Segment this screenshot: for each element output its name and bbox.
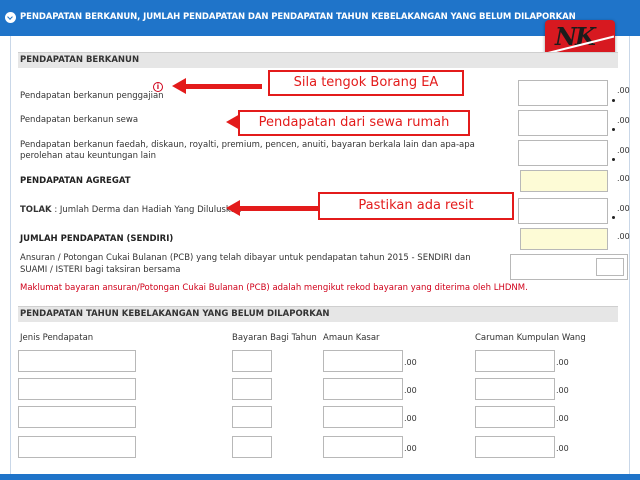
decimal-point <box>612 216 615 219</box>
income-type-input[interactable] <box>18 378 136 400</box>
gross-amount-input[interactable] <box>323 436 403 458</box>
gross-amount-input[interactable] <box>323 350 403 372</box>
decimal-suffix: .00 <box>404 414 417 423</box>
column-header-income-type: Jenis Pendapatan <box>20 333 94 343</box>
decimal-suffix: .00 <box>617 146 630 155</box>
arrow-shaft <box>184 84 262 89</box>
epf-contribution-input[interactable] <box>475 406 555 428</box>
gross-amount-input[interactable] <box>323 378 403 400</box>
callout-rental-income: Pendapatan dari sewa rumah <box>238 110 470 136</box>
callout-receipt: Pastikan ada resit <box>318 192 514 220</box>
label-deduct-text: : Jumlah Derma dan Hadiah Yang Diluluska… <box>54 205 242 215</box>
label-rental-income: Pendapatan berkanun sewa <box>20 115 139 125</box>
decimal-point <box>612 158 615 161</box>
income-type-input[interactable] <box>18 436 136 458</box>
gross-amount-input[interactable] <box>323 406 403 428</box>
approved-donations-input[interactable] <box>518 198 608 224</box>
year-input[interactable] <box>232 378 272 400</box>
decimal-suffix: .00 <box>404 386 417 395</box>
decimal-suffix: .00 <box>617 204 630 213</box>
decimal-suffix: .00 <box>556 414 569 423</box>
label-employment-income: Pendapatan berkanun penggajian <box>20 91 164 101</box>
epf-contribution-input[interactable] <box>475 378 555 400</box>
income-type-input[interactable] <box>18 350 136 372</box>
pcb-notice: Maklumat bayaran ansuran/Potongan Cukai … <box>20 283 528 293</box>
column-header-gross-amount: Amaun Kasar <box>323 333 380 343</box>
year-input[interactable] <box>232 406 272 428</box>
other-income-input[interactable] <box>518 140 608 166</box>
label-total-income: JUMLAH PENDAPATAN (SENDIRI) <box>20 234 174 244</box>
decimal-point <box>612 128 615 131</box>
section-title-prior-year-income: PENDAPATAN TAHUN KEBELAKANGAN YANG BELUM… <box>18 306 618 322</box>
decimal-suffix: .00 <box>617 232 630 241</box>
label-pcb-line1: Ansuran / Potongan Cukai Bulanan (PCB) y… <box>20 253 471 263</box>
total-income-field <box>520 228 608 250</box>
decimal-suffix: .00 <box>556 444 569 453</box>
column-header-epf-contribution: Caruman Kumpulan Wang <box>475 333 586 343</box>
callout-borang-ea: Sila tengok Borang EA <box>268 70 464 96</box>
section-header-title: PENDAPATAN BERKANUN, JUMLAH PENDAPATAN D… <box>20 12 576 22</box>
label-pcb-line2: SUAMI / ISTERI bagi taksiran bersama <box>20 265 181 275</box>
arrow-shaft <box>238 206 318 211</box>
income-type-input[interactable] <box>18 406 136 428</box>
year-input[interactable] <box>232 350 272 372</box>
employment-income-input[interactable] <box>518 80 608 106</box>
info-icon[interactable]: i <box>153 82 163 92</box>
label-aggregate-income: PENDAPATAN AGREGAT <box>20 176 131 186</box>
decimal-suffix: .00 <box>556 358 569 367</box>
decimal-suffix: .00 <box>617 116 630 125</box>
epf-contribution-input[interactable] <box>475 350 555 372</box>
aggregate-income-field <box>520 170 608 192</box>
decimal-suffix: .00 <box>556 386 569 395</box>
decimal-suffix: .00 <box>617 86 630 95</box>
label-other-income-line1: Pendapatan berkanun faedah, diskaun, roy… <box>20 140 475 150</box>
rental-income-input[interactable] <box>518 110 608 136</box>
decimal-point <box>612 99 615 102</box>
decimal-suffix: .00 <box>617 174 630 183</box>
decimal-suffix: .00 <box>404 358 417 367</box>
pcb-amount-cents-input[interactable] <box>596 258 624 276</box>
label-deduct-prefix: TOLAK <box>20 205 52 215</box>
section-header-bar[interactable]: PENDAPATAN BERKANUN, JUMLAH PENDAPATAN D… <box>0 0 640 36</box>
section-title-statutory-income: PENDAPATAN BERKANUN <box>18 52 618 68</box>
label-approved-donations: TOLAK : Jumlah Derma dan Hadiah Yang Dil… <box>20 205 241 216</box>
next-section-bar[interactable] <box>0 474 640 480</box>
decimal-suffix: .00 <box>404 444 417 453</box>
column-header-year: Bayaran Bagi Tahun <box>232 333 317 343</box>
collapse-chevron-icon[interactable] <box>5 12 16 23</box>
year-input[interactable] <box>232 436 272 458</box>
epf-contribution-input[interactable] <box>475 436 555 458</box>
label-other-income-line2: perolehan atau keuntungan lain <box>20 151 156 161</box>
